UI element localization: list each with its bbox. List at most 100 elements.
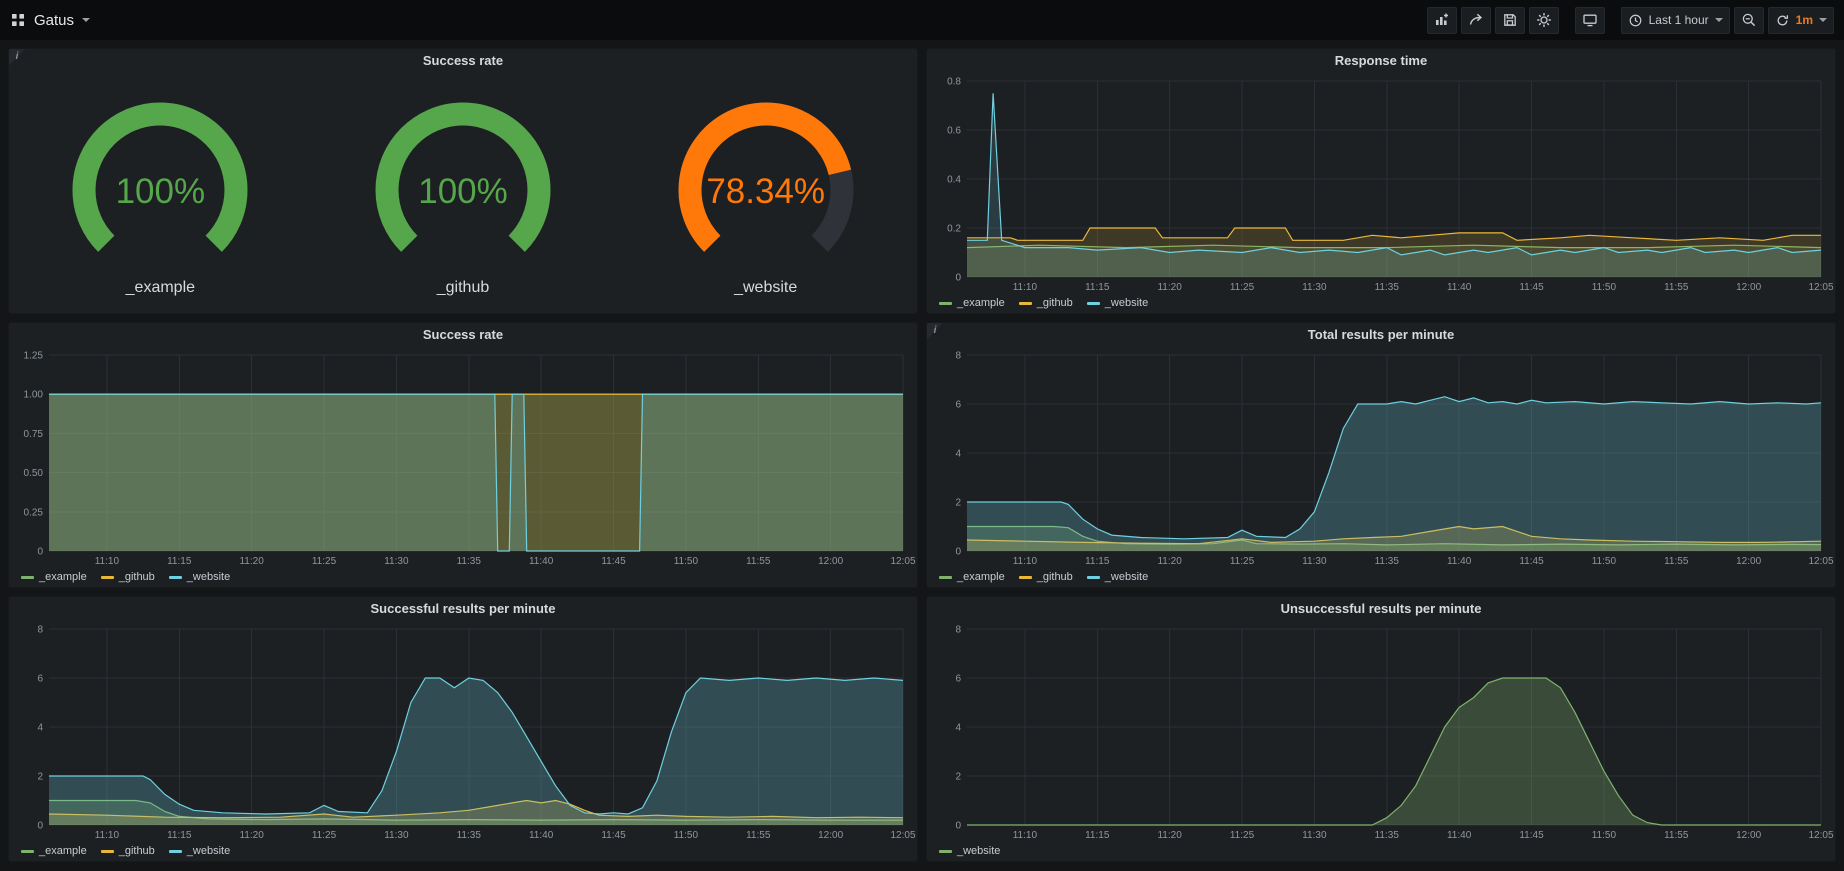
gauge-row: 100% _example 100% _github 78.34% _websi… [9, 73, 917, 313]
svg-text:11:25: 11:25 [312, 556, 337, 567]
svg-text:8: 8 [955, 625, 961, 636]
svg-text:2: 2 [955, 498, 961, 509]
svg-text:4: 4 [955, 723, 961, 734]
legend-item-website[interactable]: _website [1087, 297, 1148, 309]
legend-swatch [939, 302, 952, 305]
tv-mode-button[interactable] [1575, 7, 1605, 34]
chart-success-rate[interactable]: 00.250.500.751.001.2511:1011:1511:2011:2… [13, 347, 913, 567]
gauge-value: 78.34% [626, 172, 906, 212]
svg-text:0.2: 0.2 [947, 224, 961, 235]
svg-text:4: 4 [37, 723, 43, 734]
svg-text:0.75: 0.75 [24, 429, 44, 440]
svg-text:11:55: 11:55 [746, 556, 771, 567]
svg-text:11:50: 11:50 [1592, 282, 1617, 293]
legend-item-website[interactable]: _website [1087, 571, 1148, 583]
legend-item-website[interactable]: _website [169, 571, 230, 583]
svg-text:11:25: 11:25 [1230, 830, 1255, 841]
zoom-out-button[interactable] [1734, 7, 1764, 34]
legend-swatch [1019, 576, 1032, 579]
refresh-interval-caret-icon[interactable] [1819, 18, 1827, 22]
legend-item-github[interactable]: _github [101, 571, 155, 583]
panel-title[interactable]: Success rate [9, 49, 917, 73]
legend-swatch [1087, 576, 1100, 579]
monitor-icon [1582, 12, 1598, 28]
legend-item-example[interactable]: _example [939, 297, 1005, 309]
svg-text:11:10: 11:10 [95, 556, 120, 567]
gauge-value: 100% [20, 172, 300, 212]
svg-text:0.6: 0.6 [947, 126, 961, 137]
svg-text:11:50: 11:50 [674, 556, 699, 567]
legend-item-github[interactable]: _github [1019, 297, 1073, 309]
refresh-interval-label[interactable]: 1m [1796, 13, 1813, 27]
panel-title[interactable]: Success rate [9, 323, 917, 347]
legend-swatch [101, 850, 114, 853]
svg-text:12:05: 12:05 [890, 556, 915, 567]
legend-item-example[interactable]: _example [21, 845, 87, 857]
svg-text:11:50: 11:50 [1592, 556, 1617, 567]
panel-info-icon[interactable]: i [9, 49, 25, 65]
share-button[interactable] [1461, 7, 1491, 34]
add-panel-icon [1434, 12, 1450, 28]
legend-swatch [939, 576, 952, 579]
legend-item-website[interactable]: _website [939, 845, 1000, 857]
svg-text:11:20: 11:20 [239, 556, 264, 567]
panel-success-rate-series: Success rate 00.250.500.751.001.2511:101… [8, 322, 918, 588]
svg-text:0.25: 0.25 [24, 507, 44, 518]
panel-info-icon[interactable]: i [927, 323, 943, 339]
svg-text:11:20: 11:20 [1157, 282, 1182, 293]
chart-response-time[interactable]: 00.20.40.60.811:1011:1511:2011:2511:3011… [931, 73, 1831, 293]
gauge-example: 100% _example [9, 90, 312, 297]
panel-title[interactable]: Response time [927, 49, 1835, 73]
gauge-label: _example [126, 279, 195, 297]
gauge-label: _github [437, 279, 490, 297]
svg-text:11:10: 11:10 [1013, 282, 1038, 293]
panel-response-time: Response time 00.20.40.60.811:1011:1511:… [926, 48, 1836, 314]
panel-unsuccessful-results: Unsuccessful results per minute 0246811:… [926, 596, 1836, 862]
dashboard-grid: i Success rate 100% _example 100% _githu… [0, 40, 1844, 870]
dashboard-title[interactable]: Gatus [34, 12, 74, 29]
panel-title[interactable]: Successful results per minute [9, 597, 917, 621]
svg-text:12:00: 12:00 [818, 556, 843, 567]
legend-item-example[interactable]: _example [939, 571, 1005, 583]
svg-text:6: 6 [955, 674, 961, 685]
panel-title[interactable]: Total results per minute [927, 323, 1835, 347]
svg-text:11:30: 11:30 [1302, 556, 1327, 567]
refresh-button[interactable]: 1m [1768, 7, 1834, 34]
svg-text:0.50: 0.50 [24, 468, 44, 479]
legend-item-github[interactable]: _github [101, 845, 155, 857]
svg-text:11:15: 11:15 [167, 556, 192, 567]
settings-button[interactable] [1529, 7, 1559, 34]
chart-total-results[interactable]: 0246811:1011:1511:2011:2511:3011:3511:40… [931, 347, 1831, 567]
svg-text:0.4: 0.4 [947, 175, 961, 186]
svg-text:11:10: 11:10 [1013, 556, 1038, 567]
legend-swatch [1087, 302, 1100, 305]
legend-item-github[interactable]: _github [1019, 571, 1073, 583]
svg-text:11:45: 11:45 [1519, 556, 1544, 567]
add-panel-button[interactable] [1427, 7, 1457, 34]
panel-total-results: i Total results per minute 0246811:1011:… [926, 322, 1836, 588]
svg-text:11:50: 11:50 [674, 830, 699, 841]
time-range-picker[interactable]: Last 1 hour [1621, 7, 1730, 34]
svg-text:11:20: 11:20 [1157, 830, 1182, 841]
legend-swatch [101, 576, 114, 579]
save-button[interactable] [1495, 7, 1525, 34]
legend-swatch [169, 850, 182, 853]
chart-legend: _example _github _website [927, 567, 1835, 587]
gauge-website: 78.34% _website [614, 90, 917, 297]
dashboard-title-caret-icon[interactable] [82, 18, 90, 22]
svg-text:2: 2 [37, 772, 43, 783]
svg-text:11:10: 11:10 [1013, 830, 1038, 841]
chart-legend: _example _github _website [927, 293, 1835, 313]
gear-icon [1536, 12, 1552, 28]
svg-text:11:55: 11:55 [746, 830, 771, 841]
svg-text:8: 8 [955, 351, 961, 362]
panel-title[interactable]: Unsuccessful results per minute [927, 597, 1835, 621]
dashboard-grid-icon[interactable] [10, 12, 26, 28]
zoom-out-icon [1741, 12, 1757, 28]
legend-item-example[interactable]: _example [21, 571, 87, 583]
svg-text:11:30: 11:30 [384, 830, 409, 841]
chart-unsuccessful-results[interactable]: 0246811:1011:1511:2011:2511:3011:3511:40… [931, 621, 1831, 841]
legend-item-website[interactable]: _website [169, 845, 230, 857]
svg-text:12:05: 12:05 [1808, 556, 1833, 567]
chart-successful-results[interactable]: 0246811:1011:1511:2011:2511:3011:3511:40… [13, 621, 913, 841]
